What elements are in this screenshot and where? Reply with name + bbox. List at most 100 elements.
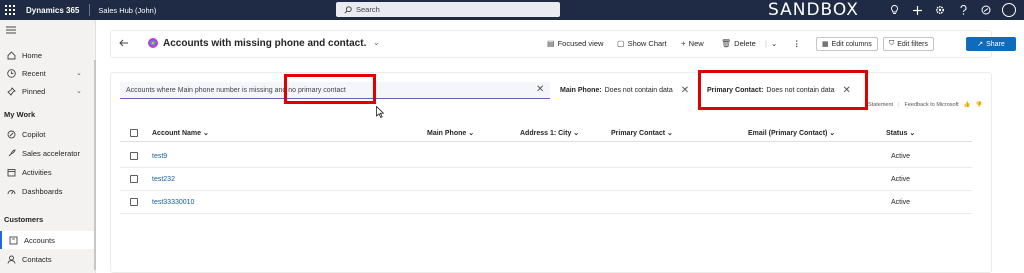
mouse-cursor-icon	[376, 105, 385, 120]
view-title[interactable]: Accounts with missing phone and contact.	[163, 38, 366, 49]
app-title[interactable]: Dynamics 365	[26, 6, 79, 15]
focused-view-button[interactable]: ▤ Focused view	[547, 39, 603, 48]
sidebar-scrollbar[interactable]	[94, 60, 96, 270]
sidebar-item-recent[interactable]: Recent ⌄	[0, 64, 96, 82]
accounts-icon	[8, 235, 18, 245]
columns-icon: ▦	[822, 41, 829, 48]
account-name-link[interactable]: test33330010	[152, 199, 194, 206]
table-row[interactable]: test33330010 Active	[120, 191, 972, 214]
share-icon: ↗	[977, 41, 984, 48]
hamburger-icon[interactable]	[6, 26, 16, 36]
sidebar-item-activities[interactable]: Activities	[0, 163, 96, 181]
sidebar-group-heading: My Work	[4, 110, 36, 119]
table-row[interactable]: test9 Active	[120, 145, 972, 168]
plus-icon[interactable]	[910, 3, 924, 17]
account-name-link[interactable]: test232	[152, 176, 175, 183]
app-launcher-icon[interactable]	[0, 0, 20, 20]
table-header: Account Name ⌄ Main Phone ⌄ Address 1: C…	[120, 124, 972, 142]
select-all-checkbox[interactable]	[130, 129, 138, 137]
contacts-icon	[6, 254, 16, 264]
sidebar-item-label: Copilot	[22, 129, 46, 139]
highlight-box	[284, 74, 376, 104]
thumbs-up-icon[interactable]: 👍	[964, 102, 971, 108]
activities-icon	[6, 167, 16, 177]
row-checkbox[interactable]	[130, 198, 138, 206]
status-cell: Active	[891, 153, 911, 160]
top-right-actions: JC	[887, 3, 1016, 17]
column-header-account-name[interactable]: Account Name ⌄	[152, 129, 209, 137]
row-checkbox[interactable]	[130, 175, 138, 183]
sidebar-item-contacts[interactable]: Contacts	[0, 250, 96, 268]
plus-icon: +	[681, 39, 686, 48]
trash-icon: 🗑	[721, 39, 732, 48]
highlight-box	[698, 70, 868, 110]
focused-view-icon: ▤	[547, 39, 555, 48]
filter-icon: ⛉	[889, 40, 895, 47]
divider: |	[765, 39, 767, 48]
chevron-down-icon[interactable]: ⌄	[76, 69, 82, 77]
delete-button[interactable]: 🗑 Delete	[721, 39, 756, 48]
sidebar-item-label: Home	[22, 50, 43, 60]
sidebar-group-heading: Customers	[4, 215, 44, 224]
close-icon[interactable]: ✕	[536, 84, 544, 95]
column-header-status[interactable]: Status ⌄	[886, 129, 915, 137]
gear-icon[interactable]	[933, 3, 947, 17]
command-bar: Accounts with missing phone and contact.…	[110, 30, 1016, 58]
sidebar-item-label: Recent	[22, 68, 46, 78]
copilot-icon	[6, 129, 16, 139]
search-icon	[344, 5, 352, 14]
sidebar-item-label: Pinned	[22, 86, 46, 96]
thumbs-down-icon[interactable]: 👎	[975, 102, 982, 108]
copilot-icon[interactable]	[979, 3, 993, 17]
sidebar-item-dashboards[interactable]: Dashboards	[0, 182, 96, 200]
sidebar-item-label: Contacts	[22, 254, 52, 264]
help-icon[interactable]	[956, 3, 970, 17]
row-checkbox[interactable]	[130, 152, 138, 160]
sidebar-item-label: Sales accelerator	[22, 148, 80, 158]
feedback-link[interactable]: Feedback to Microsoft	[905, 102, 959, 108]
status-cell: Active	[891, 199, 911, 206]
global-search-input[interactable]: Search	[336, 2, 560, 17]
chevron-down-icon[interactable]: ⌄	[373, 38, 380, 47]
more-options-icon[interactable]: ⋮	[793, 39, 801, 48]
sidebar-item-home[interactable]: Home	[0, 46, 96, 64]
search-placeholder: Search	[356, 5, 380, 14]
sidebar-item-pinned[interactable]: Pinned ⌄	[0, 82, 96, 100]
edit-filters-button[interactable]: ⛉ Edit filters	[883, 37, 934, 51]
account-name-link[interactable]: test9	[152, 153, 167, 160]
sidebar-item-copilot[interactable]: Copilot	[0, 125, 96, 143]
pin-icon	[6, 86, 16, 96]
column-header-main-phone[interactable]: Main Phone ⌄	[427, 129, 474, 137]
share-button[interactable]: ↗ Share	[966, 37, 1016, 51]
close-icon[interactable]: ✕	[681, 85, 689, 96]
edit-columns-button[interactable]: ▦ Edit columns	[816, 37, 878, 51]
clock-icon	[6, 68, 16, 78]
column-header-primary-contact[interactable]: Primary Contact ⌄	[611, 129, 673, 137]
table-row[interactable]: test232 Active	[120, 168, 972, 191]
view-type-icon	[147, 37, 161, 51]
lightbulb-icon[interactable]	[887, 3, 901, 17]
status-cell: Active	[891, 176, 911, 183]
column-header-city[interactable]: Address 1: City ⌄	[520, 129, 579, 137]
rocket-icon	[6, 148, 16, 158]
column-header-email[interactable]: Email (Primary Contact) ⌄	[748, 129, 835, 137]
feedback-bar: Statement | Feedback to Microsoft 👍 👎	[868, 102, 982, 108]
sidebar-item-accounts[interactable]: Accounts	[0, 231, 96, 249]
filter-chip-main-phone[interactable]: Main Phone: Does not contain data ✕	[560, 82, 689, 99]
environment-label: SANDBOX	[768, 0, 859, 20]
divider	[89, 4, 91, 16]
sidebar-item-label: Activities	[22, 167, 52, 177]
app-name[interactable]: Sales Hub (John)	[98, 6, 156, 15]
divider: |	[898, 102, 900, 108]
chevron-down-icon[interactable]: ⌄	[76, 87, 82, 95]
statement-link[interactable]: Statement	[868, 102, 893, 108]
chevron-down-icon[interactable]: ⌄	[771, 39, 777, 48]
user-avatar[interactable]: JC	[1002, 3, 1016, 17]
new-button[interactable]: + New	[681, 39, 704, 48]
sidebar-item-label: Accounts	[24, 235, 55, 245]
sidebar: Home Recent ⌄ Pinned ⌄ My Work Copilot S…	[0, 20, 96, 273]
back-arrow-icon[interactable]	[119, 38, 131, 50]
show-chart-button[interactable]: ▢ Show Chart	[617, 39, 667, 48]
sidebar-item-label: Dashboards	[22, 186, 63, 196]
sidebar-item-sales-accelerator[interactable]: Sales accelerator	[0, 144, 96, 162]
